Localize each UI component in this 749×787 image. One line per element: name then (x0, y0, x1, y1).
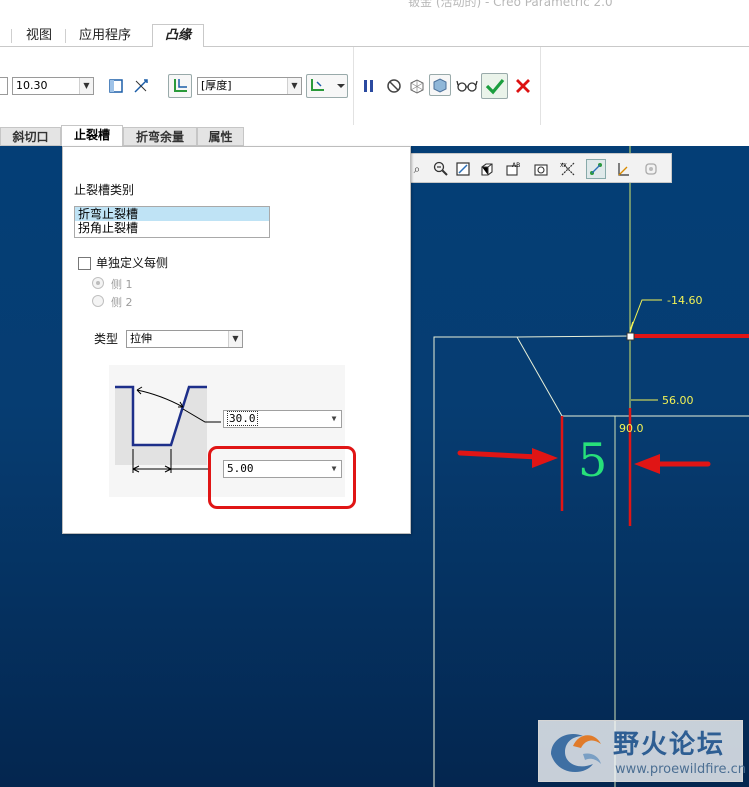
toolbar-separator (540, 47, 541, 125)
zoom-out-icon[interactable] (431, 159, 451, 179)
chevron-down-icon[interactable]: ▼ (327, 411, 341, 427)
watermark-url: www.proewildfire.cn (615, 762, 746, 777)
flange-top-edge (516, 335, 631, 338)
type-label: 类型 (94, 332, 119, 346)
dimension-offset[interactable]: -14.60 (667, 294, 702, 307)
repaint-icon[interactable] (477, 159, 497, 179)
tab-miter-cuts[interactable]: 斜切口 (0, 127, 61, 146)
pause-icon[interactable] (359, 76, 379, 96)
define-each-side-label: 单独定义每侧 (96, 256, 169, 270)
annotation-display-icon[interactable] (641, 159, 661, 179)
side2-radio[interactable] (92, 295, 104, 307)
drag-handle (626, 332, 635, 341)
watermark-title: 野火论坛 (613, 730, 726, 760)
cancel-x-icon[interactable] (513, 76, 533, 96)
preview-solid-icon[interactable] (429, 74, 451, 96)
ribbon-tab-flange[interactable]: 凸缘 (152, 24, 204, 48)
tab-bend-allowance[interactable]: 折弯余量 (123, 127, 197, 146)
side2-label: 侧 2 (111, 296, 133, 309)
feature-tab-bar: 斜切口 止裂槽 折弯余量 属性 (0, 125, 360, 147)
verify-glasses-icon[interactable] (455, 76, 479, 96)
refit-icon[interactable] (453, 159, 473, 179)
relief-angle-value: 30.0 (227, 411, 258, 426)
dimension-angle[interactable]: 90.0 (619, 422, 644, 435)
relief-angle-combo[interactable]: 30.0 ▼ (223, 410, 342, 428)
ribbon-tab-view[interactable]: 视图 (12, 25, 66, 47)
csys-display-icon[interactable] (613, 159, 633, 179)
svg-text:XX: XX (560, 163, 567, 169)
dimension-leader (631, 299, 662, 327)
list-item-corner-relief[interactable]: 拐角止裂槽 (75, 221, 269, 235)
confirm-checkmark-icon[interactable] (481, 73, 508, 99)
tab-properties[interactable]: 属性 (197, 127, 244, 146)
side1-radio[interactable] (92, 277, 104, 289)
chevron-down-icon[interactable]: ▼ (79, 78, 93, 94)
annotation-arrowhead (532, 448, 558, 468)
bend-position-icon[interactable] (306, 74, 348, 98)
thickness-combo[interactable]: [厚度] ▼ (197, 77, 302, 95)
ribbon-tab-previous-edge[interactable] (0, 25, 12, 47)
list-item-bend-relief[interactable]: 折弯止裂槽 (75, 207, 269, 221)
display-style-icon[interactable]: AB (503, 159, 523, 179)
sheet-edge-line (433, 336, 517, 787)
relief-category-label: 止裂槽类别 (74, 183, 135, 197)
shape-combo-edge[interactable] (0, 77, 8, 95)
tab-relief[interactable]: 止裂槽 (61, 125, 123, 147)
svg-text:AB: AB (512, 162, 520, 169)
thickness-side-icon[interactable] (168, 74, 192, 98)
chevron-down-icon[interactable]: ▼ (228, 331, 242, 347)
preview-mesh-icon[interactable] (407, 76, 427, 96)
ribbon-tab-applications[interactable]: 应用程序 (66, 25, 144, 47)
dimension-length[interactable]: 56.00 (662, 394, 694, 407)
annotation-arrowhead (634, 454, 660, 474)
define-each-side-checkbox[interactable] (78, 257, 91, 270)
window-title: 钣金 (活动的) - Creo Parametric 2.0 (408, 0, 613, 9)
relief-category-list[interactable]: 折弯止裂槽 拐角止裂槽 (74, 206, 270, 238)
length-combo[interactable]: 10.30 ▼ (12, 77, 94, 95)
annotation-arrow-right (457, 450, 541, 460)
view-toolbar: ⌕ AB XX (404, 153, 672, 183)
window-titlebar: 钣金 (活动的) - Creo Parametric 2.0 (0, 0, 749, 24)
forum-logo-icon (551, 734, 601, 773)
forum-watermark: 野火论坛 www.proewildfire.cn (538, 720, 746, 782)
toolbar-separator (353, 47, 354, 125)
chevron-down-icon[interactable]: ▼ (287, 78, 301, 94)
length-value: 10.30 (16, 79, 48, 92)
datum-planes-icon[interactable]: XX (559, 159, 579, 179)
relief-cut-edge (516, 336, 749, 417)
flange-toolbar: 10.30 ▼ [厚度] ▼ (0, 47, 749, 125)
saved-orientations-icon[interactable] (531, 159, 551, 179)
ribbon-tab-bar: 视图 应用程序 凸缘 (0, 24, 749, 48)
relief-type-combo[interactable]: 拉伸 ▼ (126, 330, 243, 348)
datum-points-icon[interactable] (586, 159, 606, 179)
red-highlight-annotation (208, 446, 356, 509)
annotation-number: 5 (578, 433, 608, 487)
no-preview-icon[interactable] (384, 76, 404, 96)
flip-length-icon[interactable] (106, 76, 126, 96)
side1-label: 侧 1 (111, 278, 133, 291)
thickness-option: [厚度] (201, 79, 232, 92)
flip-direction-icon[interactable] (131, 76, 151, 96)
relief-type-value: 拉伸 (130, 332, 152, 345)
